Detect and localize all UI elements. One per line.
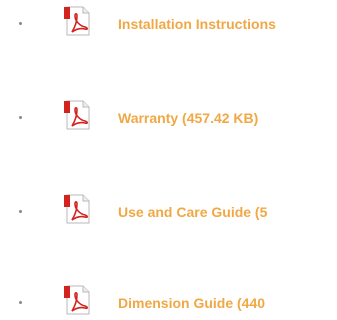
pdf-icon[interactable] bbox=[63, 99, 93, 131]
installation-instructions-link[interactable]: Installation Instructions bbox=[118, 15, 337, 33]
bullet-icon bbox=[19, 116, 22, 119]
pdf-icon[interactable] bbox=[63, 193, 93, 225]
document-list: Installation Instructions Warranty (457.… bbox=[0, 0, 337, 318]
bullet-icon bbox=[19, 301, 22, 304]
document-list-item: Dimension Guide (440 bbox=[0, 284, 337, 320]
document-list-item: Installation Instructions bbox=[0, 5, 337, 41]
dimension-guide-link[interactable]: Dimension Guide (440 bbox=[118, 294, 337, 312]
warranty-link[interactable]: Warranty (457.42 KB) bbox=[118, 109, 337, 127]
pdf-icon[interactable] bbox=[63, 284, 93, 316]
use-and-care-guide-link[interactable]: Use and Care Guide (5 bbox=[118, 203, 337, 221]
document-list-item: Use and Care Guide (5 bbox=[0, 193, 337, 229]
bullet-icon bbox=[19, 22, 22, 25]
bullet-icon bbox=[19, 210, 22, 213]
pdf-icon[interactable] bbox=[63, 5, 93, 37]
document-list-item: Warranty (457.42 KB) bbox=[0, 99, 337, 135]
